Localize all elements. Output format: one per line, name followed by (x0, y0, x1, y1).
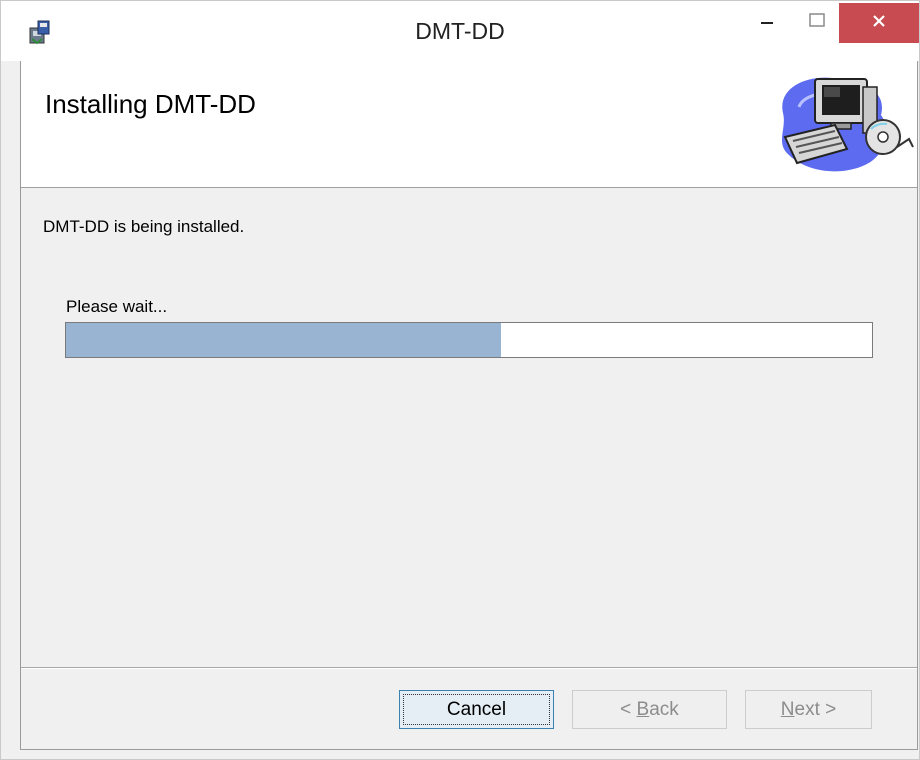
footer-divider (21, 667, 917, 669)
maximize-icon (809, 12, 825, 32)
minimize-button[interactable] (739, 1, 795, 43)
next-button[interactable]: Next > (745, 690, 872, 729)
maximize-button[interactable] (795, 1, 839, 43)
back-button[interactable]: < Back (572, 690, 727, 729)
installer-window: DMT-DD Installing DMT-DD DMT-DD is being… (0, 0, 920, 760)
back-button-prefix: < (620, 698, 637, 720)
next-button-mnemonic: N (780, 698, 795, 720)
progress-fill (66, 323, 502, 357)
cancel-button[interactable]: Cancel (399, 690, 554, 729)
computer-setup-graphic (769, 67, 915, 179)
close-button[interactable] (839, 3, 919, 43)
focus-rectangle (403, 694, 550, 725)
header-banner: Installing DMT-DD (21, 61, 917, 188)
back-button-label: ack (649, 698, 679, 720)
dialog-body: Installing DMT-DD DMT-DD is being instal… (20, 61, 918, 750)
page-title: Installing DMT-DD (45, 89, 256, 119)
back-button-mnemonic: B (636, 698, 650, 720)
close-icon (871, 13, 887, 34)
please-wait-label: Please wait... (66, 297, 168, 316)
next-button-label: ext > (794, 698, 837, 720)
title-bar[interactable]: DMT-DD (1, 1, 919, 61)
minimize-icon (760, 13, 774, 32)
install-status-text: DMT-DD is being installed. (43, 217, 245, 236)
install-progress-bar (65, 322, 873, 358)
